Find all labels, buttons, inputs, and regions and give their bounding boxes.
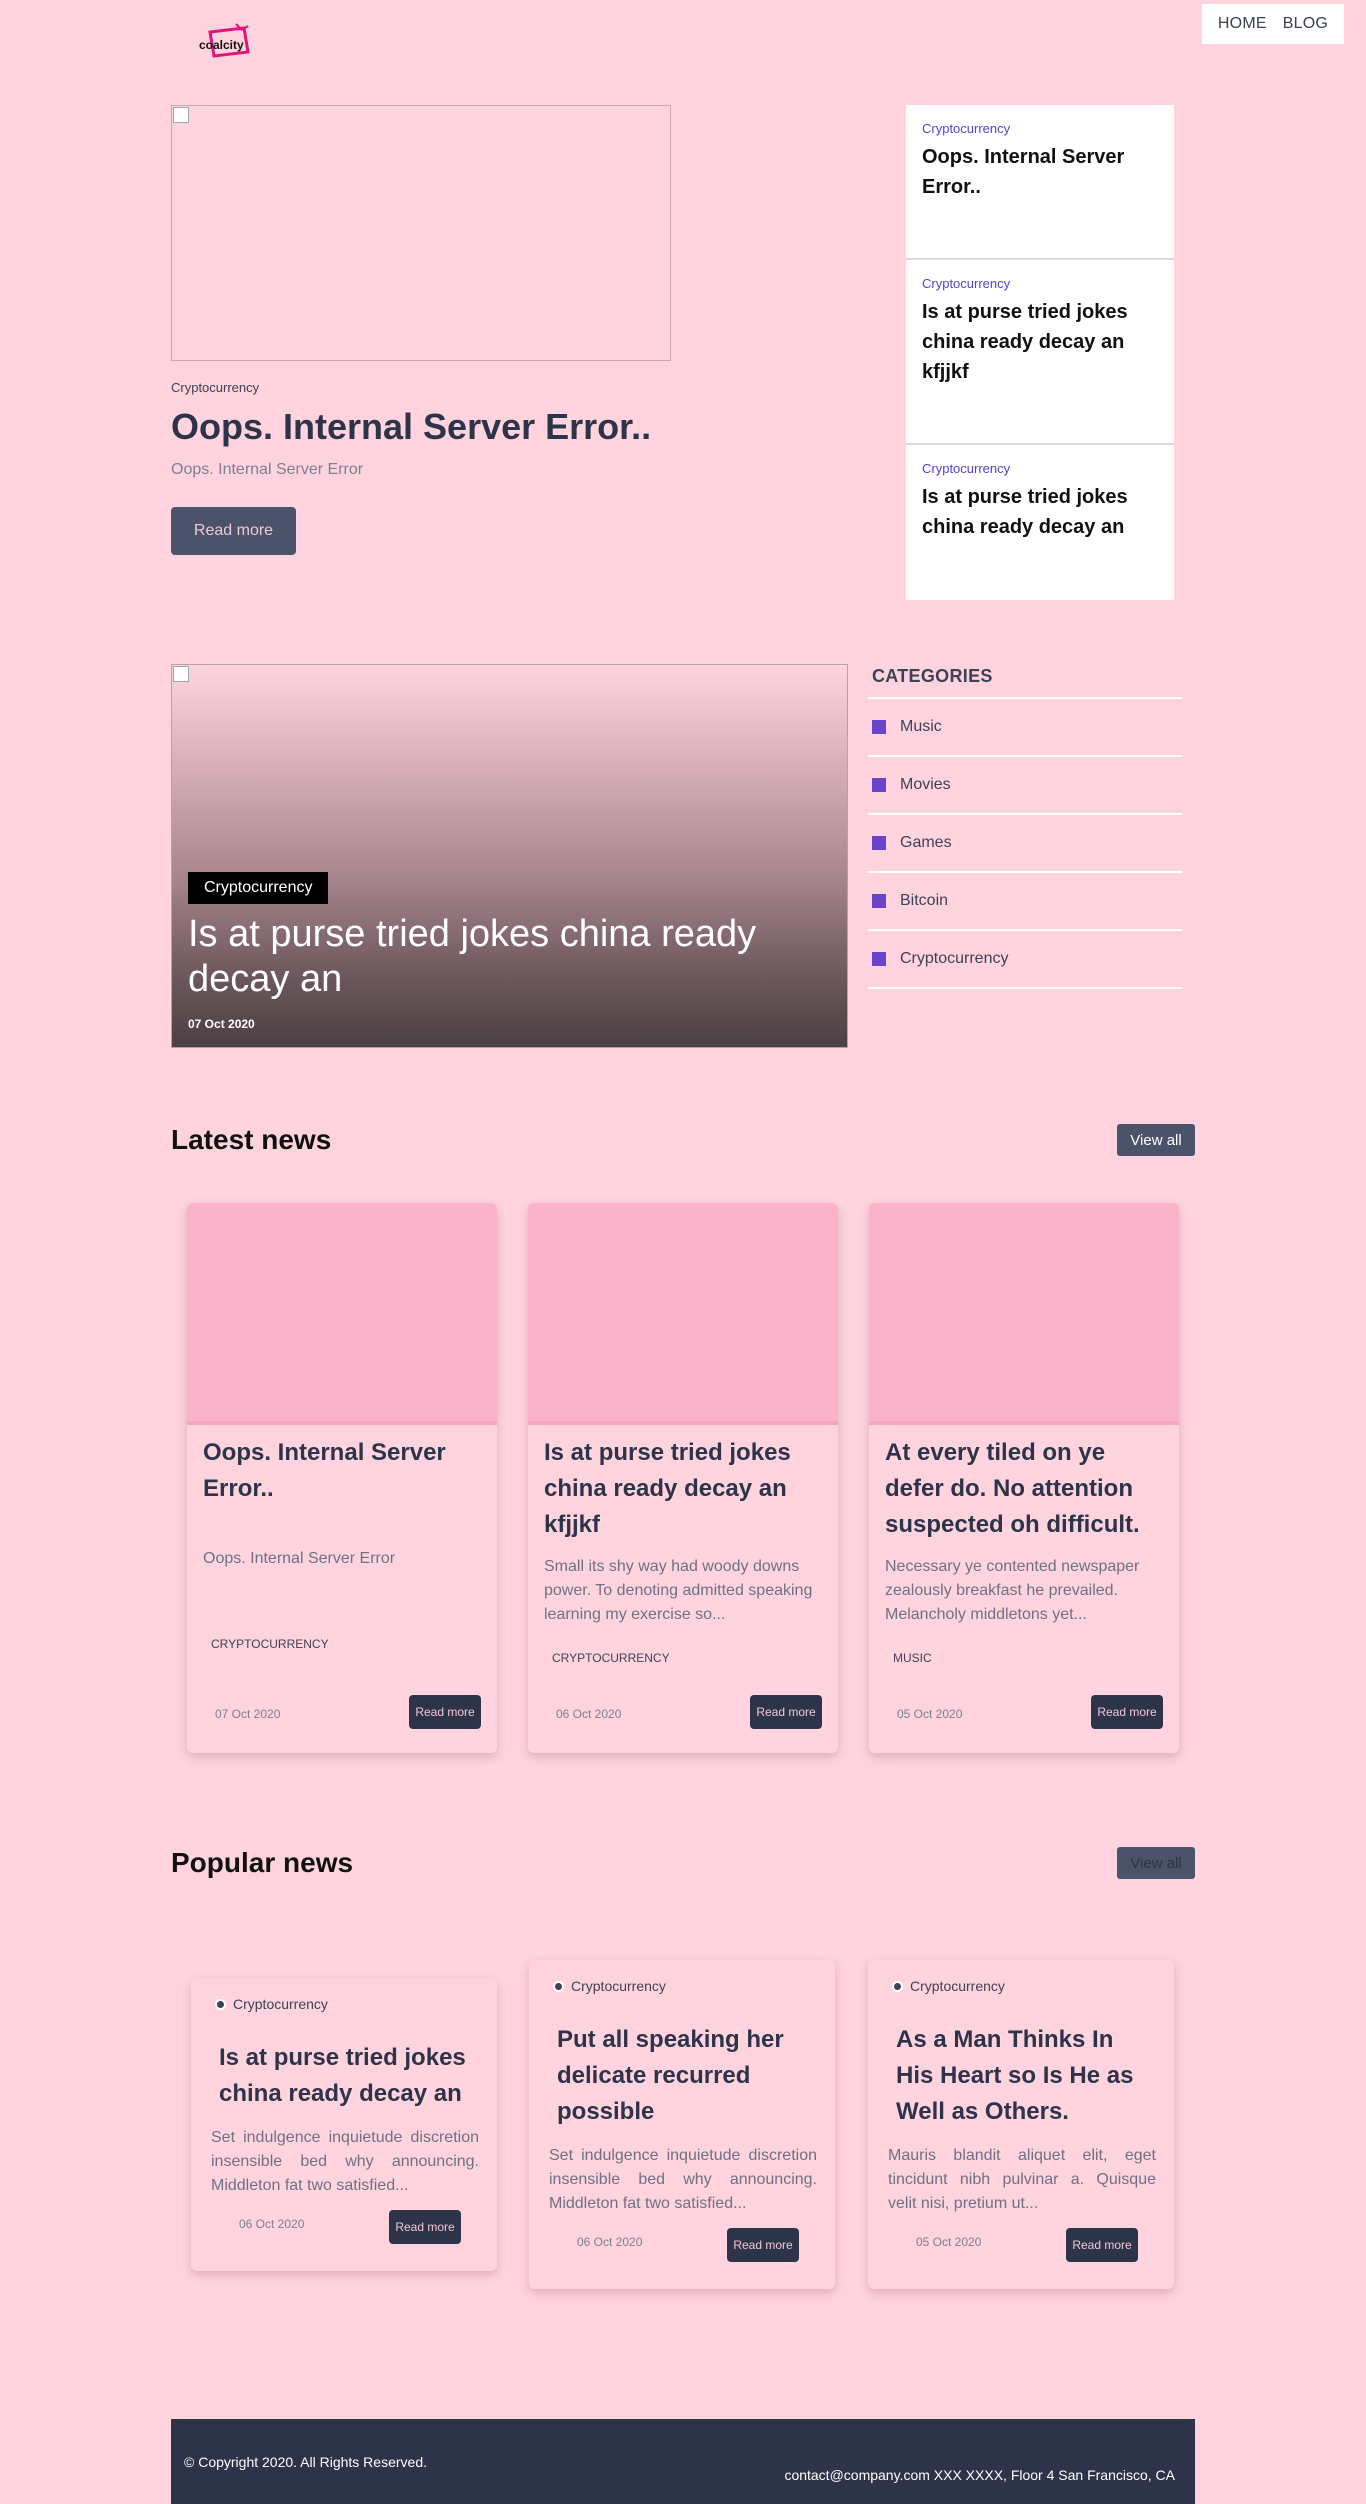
category-item-music[interactable]: Music bbox=[868, 699, 1182, 757]
bullet-dot-icon bbox=[553, 1980, 564, 1992]
footer-copyright: © Copyright 2020. All Rights Reserved. bbox=[184, 2454, 427, 2470]
card-read-more-button[interactable]: Read more bbox=[409, 1695, 481, 1729]
category-square-icon bbox=[872, 894, 886, 908]
latest-news-card[interactable]: At every tiled on ye defer do. No attent… bbox=[869, 1203, 1179, 1753]
broken-image-icon bbox=[173, 107, 189, 123]
card-date: 06 Oct 2020 bbox=[239, 2217, 305, 2231]
hero-title[interactable]: Oops. Internal Server Error.. bbox=[171, 406, 651, 448]
hero-subtitle: Oops. Internal Server Error bbox=[171, 461, 364, 478]
card-read-more-button[interactable]: Read more bbox=[1091, 1695, 1163, 1729]
logo-icon: coalcity bbox=[199, 23, 250, 58]
side-post[interactable]: Cryptocurrency Is at purse tried jokes c… bbox=[906, 260, 1174, 445]
card-title[interactable]: Is at purse tried jokes china ready deca… bbox=[544, 1435, 824, 1543]
broken-image-icon bbox=[173, 666, 189, 682]
card-description: Set indulgence inquietude discretion ins… bbox=[549, 2147, 817, 2212]
svg-text:coalcity: coalcity bbox=[199, 38, 244, 52]
category-item-bitcoin[interactable]: Bitcoin bbox=[868, 873, 1182, 931]
popular-view-all-button[interactable]: View all bbox=[1117, 1847, 1195, 1879]
card-tag[interactable]: CRYPTOCURRENCY bbox=[211, 1637, 329, 1651]
side-post-category[interactable]: Cryptocurrency bbox=[922, 121, 1158, 136]
card-date: 07 Oct 2020 bbox=[215, 1707, 281, 1721]
footer-contact[interactable]: contact@company.com XXX XXXX, Floor 4 Sa… bbox=[784, 2467, 1175, 2483]
category-label: Cryptocurrency bbox=[900, 950, 1009, 967]
category-item-games[interactable]: Games bbox=[868, 815, 1182, 873]
card-description: Small its shy way had woody downs power.… bbox=[544, 1558, 813, 1623]
card-description: Oops. Internal Server Error bbox=[203, 1550, 396, 1567]
popular-news-title: Popular news bbox=[171, 1847, 354, 1878]
card-date: 06 Oct 2020 bbox=[577, 2235, 643, 2249]
side-post-category[interactable]: Cryptocurrency bbox=[922, 276, 1158, 291]
card-image[interactable] bbox=[528, 1203, 838, 1425]
card-date: 05 Oct 2020 bbox=[916, 2235, 982, 2249]
latest-view-all-button[interactable]: View all bbox=[1117, 1124, 1195, 1156]
side-post[interactable]: Cryptocurrency Oops. Internal Server Err… bbox=[906, 105, 1174, 260]
category-item-movies[interactable]: Movies bbox=[868, 757, 1182, 815]
category-label: Games bbox=[900, 834, 952, 851]
featured-date: 07 Oct 2020 bbox=[188, 1017, 255, 1031]
card-read-more-button[interactable]: Read more bbox=[750, 1695, 822, 1729]
nav-home-link[interactable]: HOME bbox=[1210, 15, 1275, 33]
category-label: Movies bbox=[900, 776, 951, 793]
side-post[interactable]: Cryptocurrency Is at purse tried jokes c… bbox=[906, 445, 1174, 600]
card-category[interactable]: Cryptocurrency bbox=[553, 1978, 666, 1994]
card-date: 05 Oct 2020 bbox=[897, 1707, 963, 1721]
card-title[interactable]: As a Man Thinks In His Heart so Is He as… bbox=[896, 2022, 1156, 2130]
site-logo[interactable]: coalcity bbox=[196, 22, 258, 62]
category-square-icon bbox=[872, 952, 886, 966]
category-label: Music bbox=[900, 718, 942, 735]
bullet-dot-icon bbox=[215, 1998, 226, 2010]
side-post-title[interactable]: Is at purse tried jokes china ready deca… bbox=[922, 297, 1158, 387]
card-category[interactable]: Cryptocurrency bbox=[892, 1978, 1005, 1994]
card-title[interactable]: Put all speaking her delicate recurred p… bbox=[557, 2022, 817, 2130]
bullet-dot-icon bbox=[892, 1980, 903, 1992]
card-description: Necessary ye contented newspaper zealous… bbox=[885, 1558, 1140, 1623]
nav-blog-link[interactable]: BLOG bbox=[1275, 15, 1336, 33]
category-square-icon bbox=[872, 836, 886, 850]
card-title[interactable]: At every tiled on ye defer do. No attent… bbox=[885, 1435, 1165, 1543]
side-post-list: Cryptocurrency Oops. Internal Server Err… bbox=[906, 105, 1174, 600]
categories-heading: CATEGORIES bbox=[868, 664, 1182, 699]
card-category[interactable]: Cryptocurrency bbox=[215, 1996, 328, 2012]
top-nav: HOME BLOG bbox=[1201, 4, 1344, 44]
latest-news-card[interactable]: Oops. Internal Server Error.. Oops. Inte… bbox=[187, 1203, 497, 1753]
popular-news-card[interactable]: Cryptocurrency As a Man Thinks In His He… bbox=[868, 1960, 1174, 2289]
popular-news-card[interactable]: Cryptocurrency Put all speaking her deli… bbox=[529, 1960, 835, 2289]
latest-news-title: Latest news bbox=[171, 1124, 332, 1155]
card-image[interactable] bbox=[187, 1203, 497, 1425]
card-tag[interactable]: CRYPTOCURRENCY bbox=[552, 1651, 670, 1665]
category-square-icon bbox=[872, 778, 886, 792]
category-label: Bitcoin bbox=[900, 892, 949, 909]
card-read-more-button[interactable]: Read more bbox=[727, 2228, 799, 2262]
featured-title[interactable]: Is at purse tried jokes china ready deca… bbox=[188, 912, 808, 1002]
featured-post[interactable]: Cryptocurrency Is at purse tried jokes c… bbox=[171, 664, 848, 1048]
card-description: Mauris blandit aliquet elit, eget tincid… bbox=[888, 2147, 1156, 2212]
card-read-more-button[interactable]: Read more bbox=[389, 2210, 461, 2244]
latest-news-card[interactable]: Is at purse tried jokes china ready deca… bbox=[528, 1203, 838, 1753]
side-post-title[interactable]: Oops. Internal Server Error.. bbox=[922, 142, 1158, 202]
card-image[interactable] bbox=[869, 1203, 1179, 1425]
category-square-icon bbox=[872, 720, 886, 734]
card-tag[interactable]: MUSIC bbox=[893, 1651, 932, 1665]
card-date: 06 Oct 2020 bbox=[556, 1707, 622, 1721]
hero-image[interactable] bbox=[171, 105, 671, 361]
card-description: Set indulgence inquietude discretion ins… bbox=[211, 2129, 479, 2194]
hero-category[interactable]: Cryptocurrency bbox=[171, 380, 259, 395]
hero-read-more-button[interactable]: Read more bbox=[171, 507, 296, 555]
popular-news-card[interactable]: Cryptocurrency Is at purse tried jokes c… bbox=[191, 1978, 497, 2271]
side-post-category[interactable]: Cryptocurrency bbox=[922, 461, 1158, 476]
card-read-more-button[interactable]: Read more bbox=[1066, 2228, 1138, 2262]
site-footer: © Copyright 2020. All Rights Reserved. c… bbox=[171, 2419, 1195, 2504]
card-title[interactable]: Is at purse tried jokes china ready deca… bbox=[219, 2040, 479, 2112]
side-post-title[interactable]: Is at purse tried jokes china ready deca… bbox=[922, 482, 1158, 542]
card-title[interactable]: Oops. Internal Server Error.. bbox=[203, 1435, 483, 1507]
categories-panel: CATEGORIES Music Movies Games Bitcoin Cr… bbox=[868, 664, 1182, 989]
featured-category-badge[interactable]: Cryptocurrency bbox=[188, 872, 329, 904]
category-item-cryptocurrency[interactable]: Cryptocurrency bbox=[868, 931, 1182, 989]
